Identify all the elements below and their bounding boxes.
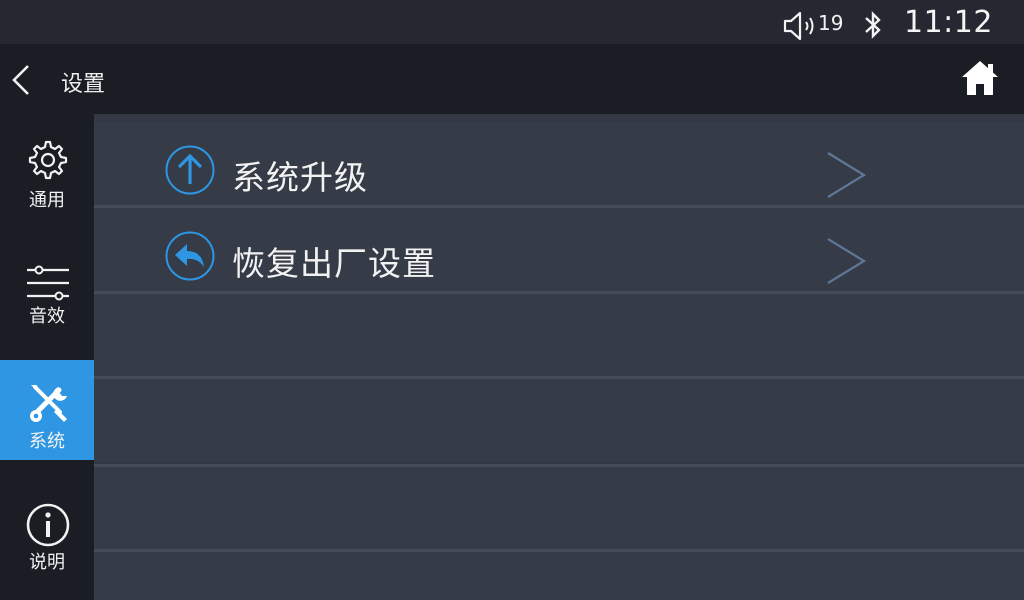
settings-list: 系统升级 恢复出厂设置 xyxy=(94,114,1024,600)
row-label: 系统升级 xyxy=(232,158,368,197)
home-button[interactable] xyxy=(954,54,1006,104)
speaker-icon xyxy=(783,11,814,41)
chevron-right-icon xyxy=(827,152,867,198)
info-icon xyxy=(26,503,70,547)
sidebar-item-system[interactable]: 系统 xyxy=(0,360,94,460)
gear-icon xyxy=(28,140,68,180)
sidebar-item-about[interactable]: 说明 xyxy=(0,484,94,584)
row-label: 恢复出厂设置 xyxy=(232,244,436,283)
list-item-system-upgrade[interactable]: 系统升级 xyxy=(94,122,1024,205)
clock: 11:12 xyxy=(904,5,993,40)
sidebar-item-label: 说明 xyxy=(29,552,65,573)
bluetooth-icon xyxy=(865,11,881,39)
arrow-up-circle-icon xyxy=(165,145,215,195)
reply-circle-icon xyxy=(165,231,215,281)
list-item-empty xyxy=(94,379,1024,462)
list-item-factory-reset[interactable]: 恢复出厂设置 xyxy=(94,208,1024,291)
sidebar-item-label: 音效 xyxy=(29,306,65,327)
chevron-left-icon xyxy=(12,65,29,95)
status-bar: 19 11:12 xyxy=(0,0,1024,44)
list-item-empty xyxy=(94,294,1024,377)
title-bar: 设置 xyxy=(0,44,1024,114)
sliders-icon xyxy=(27,265,69,301)
sidebar-item-general[interactable]: 通用 xyxy=(0,114,94,214)
home-icon xyxy=(962,61,998,95)
sidebar-item-label: 系统 xyxy=(29,431,65,452)
sidebar-item-sound[interactable]: 音效 xyxy=(0,237,94,337)
page-title: 设置 xyxy=(61,72,106,97)
sidebar: 通用 音效 系统 说明 xyxy=(0,114,94,600)
back-button[interactable] xyxy=(0,44,50,114)
list-item-empty xyxy=(94,552,1024,600)
list-item-empty xyxy=(94,467,1024,550)
chevron-right-icon xyxy=(827,238,867,284)
volume-level: 19 xyxy=(818,11,844,35)
sidebar-item-label: 通用 xyxy=(29,190,65,211)
wrench-screwdriver-icon xyxy=(30,385,67,422)
